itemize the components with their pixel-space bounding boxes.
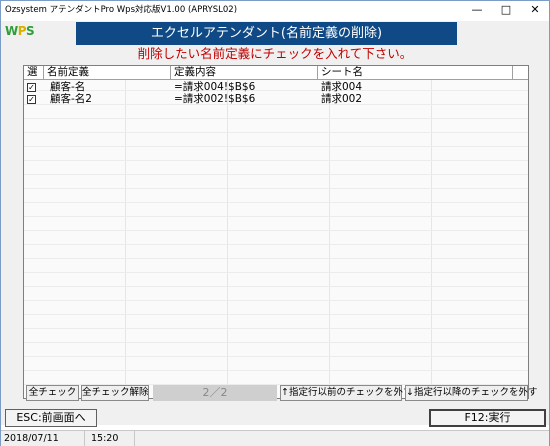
header-select[interactable]: 選 [24, 66, 44, 80]
app-window: Ozsystem アテンダントPro Wps対応版V1.00 (APRYSL02… [0, 0, 550, 446]
check-all-button[interactable]: 全チェック [26, 385, 79, 401]
row-sheet: 請求002 [321, 93, 363, 105]
esc-back-button[interactable]: ESC:前画面へ [5, 409, 97, 427]
page-indicator: 2／2 [153, 385, 277, 401]
grid-header: 選 名前定義 定義内容 シート名 [24, 66, 528, 80]
header-definition[interactable]: 定義内容 [171, 66, 318, 80]
page-title-banner: エクセルアテンダント(名前定義の削除) [76, 22, 457, 45]
title-bar: Ozsystem アテンダントPro Wps対応版V1.00 (APRYSL02… [1, 1, 549, 20]
maximize-icon[interactable]: □ [492, 1, 520, 20]
client-area: WPS エクセルアテンダント(名前定義の削除) 削除したい名前定義にチェックを入… [1, 21, 549, 427]
row-name: 顧客-名2 [50, 93, 92, 105]
table-row[interactable]: ✓ 顧客-名2 =請求002!$B$6 請求002 [24, 93, 528, 105]
name-definition-grid[interactable]: 選 名前定義 定義内容 シート名 ✓ 顧客-名 =請求004!$B$6 請求00… [23, 65, 529, 399]
header-name[interactable]: 名前定義 [44, 66, 171, 80]
row-definition: =請求004!$B$6 [174, 81, 256, 93]
window-title: Ozsystem アテンダントPro Wps対応版V1.00 (APRYSL02… [5, 5, 238, 15]
uncheck-before-button[interactable]: ↑指定行以前のチェックを外す [280, 385, 412, 401]
row-name: 顧客-名 [50, 81, 86, 93]
minimize-icon[interactable]: — [463, 1, 491, 20]
header-sheet[interactable]: シート名 [318, 66, 513, 80]
row-definition: =請求002!$B$6 [174, 93, 256, 105]
uncheck-all-button[interactable]: 全チェック解除 [81, 385, 149, 401]
row-sheet: 請求004 [321, 81, 363, 93]
instruction-text: 削除したい名前定義にチェックを入れて下さい。 [137, 46, 413, 61]
row-checkbox[interactable]: ✓ [27, 83, 36, 92]
status-bar: 2018/07/11 15:20 [1, 430, 549, 446]
grid-background [24, 66, 528, 398]
uncheck-after-button[interactable]: ↓指定行以降のチェックを外す [405, 385, 537, 401]
row-checkbox[interactable]: ✓ [27, 95, 36, 104]
status-date: 2018/07/11 [1, 431, 85, 446]
table-row[interactable]: ✓ 顧客-名 =請求004!$B$6 請求004 [24, 81, 528, 93]
status-time: 15:20 [85, 431, 135, 446]
wps-logo: WPS [5, 24, 35, 38]
close-icon[interactable]: ✕ [521, 1, 549, 20]
f12-execute-button[interactable]: F12:実行 [429, 409, 546, 427]
